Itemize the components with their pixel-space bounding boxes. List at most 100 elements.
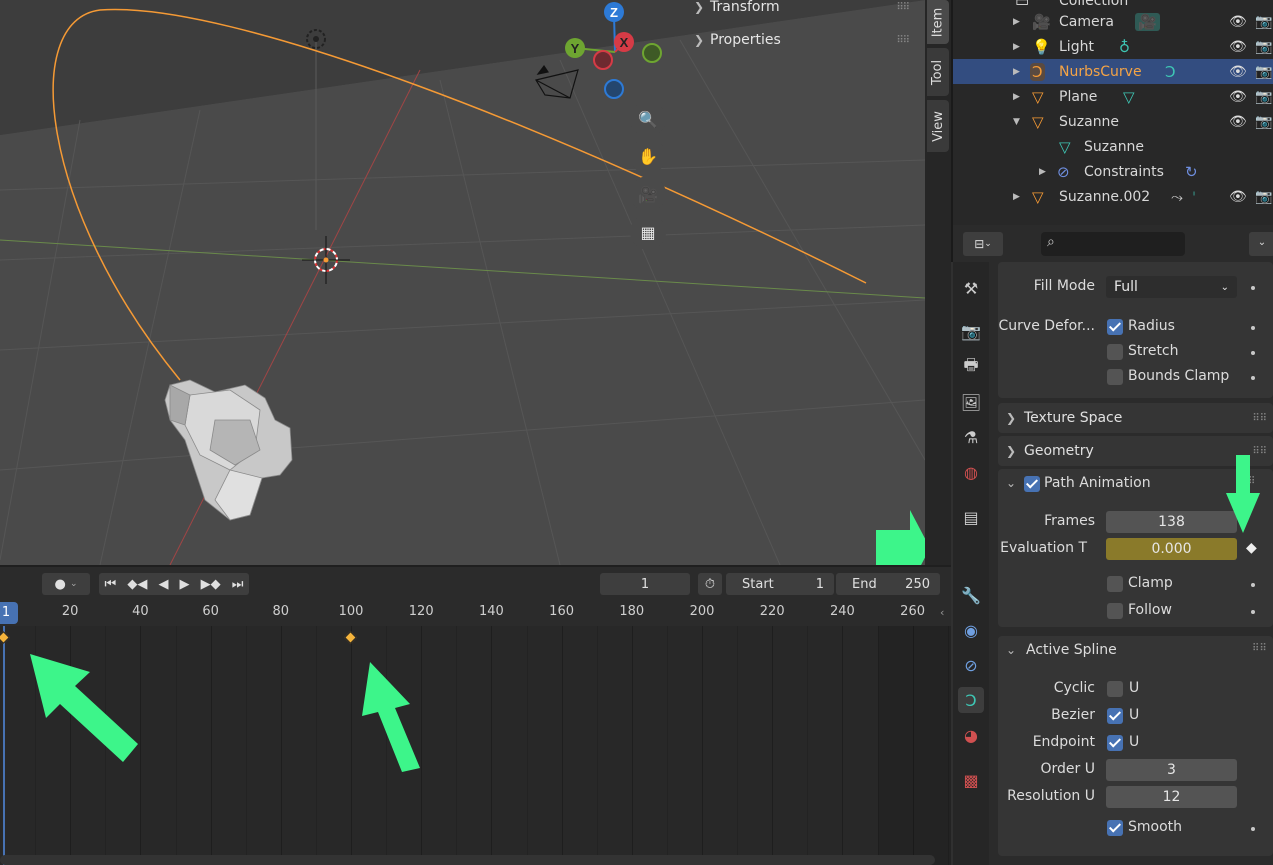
outliner-row-nurbscurve[interactable]: ▶ Ͻ NurbsCurve Ͻ 👁 📷 (953, 59, 1273, 84)
playhead-line[interactable] (3, 626, 5, 865)
tab-item[interactable]: Item (927, 0, 949, 44)
bounds-clamp-checkbox[interactable] (1107, 369, 1123, 385)
cyclic-u-checkbox[interactable] (1107, 681, 1123, 697)
tab-tool[interactable]: Tool (927, 48, 949, 96)
frames-field[interactable]: 138 (1106, 511, 1237, 533)
outliner-row-light[interactable]: ▶ 💡 Light ♁ 👁 📷 (953, 34, 1273, 59)
outliner-row-suzanne[interactable]: ▼ ▽ Suzanne 👁 📷 (953, 109, 1273, 134)
animate-property-dot[interactable] (1251, 326, 1255, 330)
outliner-row-constraints[interactable]: ▶ ⊘ Constraints ↻ (953, 159, 1273, 184)
options-dropdown-button[interactable]: ⌄ (1249, 232, 1273, 256)
expand-arrow-icon[interactable]: ▶ (1013, 17, 1020, 27)
animate-property-dot[interactable] (1251, 610, 1255, 614)
chevron-down-icon[interactable]: ⌄ (1006, 476, 1016, 490)
render-camera-icon[interactable]: 📷 (1255, 14, 1272, 30)
animate-property-dot[interactable] (1251, 583, 1255, 587)
tab-material[interactable]: ◕ (958, 722, 984, 748)
drag-grip-icon[interactable]: ⠿⠿ (896, 2, 910, 13)
camera-view-button[interactable]: 🎥 (630, 176, 666, 212)
tab-physics[interactable]: ◉ (958, 617, 984, 643)
prev-keyframe-icon[interactable]: ◆◀ (127, 577, 147, 592)
expand-arrow-icon[interactable]: ▶ (1013, 42, 1020, 52)
animate-property-dot[interactable] (1251, 351, 1255, 355)
3d-viewport[interactable]: ❯ Transform ⠿⠿ ❯ Properties ⠿⠿ Z Y X 🔍 ✋… (0, 0, 925, 565)
follow-checkbox[interactable] (1107, 603, 1123, 619)
animate-property-dot[interactable] (1251, 286, 1255, 290)
tab-texture[interactable]: ▩ (958, 767, 984, 793)
fill-mode-dropdown[interactable]: Full ⌄ (1106, 276, 1237, 298)
drag-grip-icon[interactable]: ⠿⠿ (1252, 413, 1267, 424)
tab-constraints[interactable]: ⊘ (958, 652, 984, 678)
visibility-eye-icon[interactable]: 👁 (1229, 89, 1247, 105)
render-camera-icon[interactable]: 📷 (1255, 64, 1272, 80)
bezier-u-checkbox[interactable] (1107, 708, 1123, 724)
visibility-eye-icon[interactable]: 👁 (1229, 64, 1247, 80)
expand-arrow-icon[interactable]: ▶ (1039, 167, 1046, 177)
timeline-body[interactable] (0, 626, 951, 865)
zoom-button[interactable]: 🔍 (630, 101, 666, 137)
visibility-eye-icon[interactable]: 👁 (1229, 114, 1247, 130)
jump-start-icon[interactable]: ⏮ (105, 577, 117, 592)
collapse-arrow-icon[interactable]: ▼ (1013, 117, 1020, 127)
tab-world[interactable]: ◍ (958, 459, 984, 485)
next-keyframe-icon[interactable]: ▶◆ (201, 577, 221, 592)
animate-property-dot[interactable] (1251, 827, 1255, 831)
playhead-frame-indicator[interactable]: 1 (0, 602, 18, 624)
tab-tool[interactable]: ⚒ (958, 275, 984, 301)
properties-panel-header[interactable]: ❯ Properties ⠿⠿ (688, 26, 915, 54)
endpoint-u-checkbox[interactable] (1107, 735, 1123, 751)
tab-view-layer[interactable]: 🖼 (958, 389, 984, 415)
tab-render[interactable]: 📷 (958, 318, 984, 344)
start-frame-field[interactable]: Start 1 (726, 573, 834, 595)
pan-button[interactable]: ✋ (630, 138, 666, 174)
stretch-checkbox[interactable] (1107, 344, 1123, 360)
expand-arrow-icon[interactable]: ▶ (1013, 92, 1020, 102)
drag-grip-icon[interactable]: ⠿⠿ (1252, 643, 1267, 654)
chevron-down-icon[interactable]: ⌄ (1006, 643, 1016, 657)
order-u-field[interactable]: 3 (1106, 759, 1237, 781)
tab-curve-data[interactable]: Ͻ (958, 687, 984, 713)
drag-grip-icon[interactable]: ⠿⠿ (896, 35, 910, 46)
tab-view[interactable]: View (927, 100, 949, 152)
smooth-checkbox[interactable] (1107, 820, 1123, 836)
properties-search-input[interactable]: ⌕ (1041, 232, 1185, 256)
tab-scene[interactable]: ⚗ (958, 424, 984, 450)
render-camera-icon[interactable]: 📷 (1255, 39, 1272, 55)
end-frame-field[interactable]: End 250 (836, 573, 940, 595)
visibility-eye-icon[interactable]: 👁 (1229, 39, 1247, 55)
tab-modifiers[interactable]: 🔧 (958, 582, 984, 608)
timeline-scrollbar[interactable] (0, 855, 935, 865)
transform-panel-header[interactable]: ❯ Transform ⠿⠿ (688, 0, 915, 21)
tab-output[interactable]: 🖶 (958, 354, 984, 380)
play-icon[interactable]: ▶ (180, 577, 190, 592)
jump-end-icon[interactable]: ⏭ (232, 577, 244, 592)
preview-range-button[interactable]: ⏱ (698, 573, 722, 595)
animate-property-dot[interactable] (1251, 376, 1255, 380)
outliner-row-suzanne-mesh[interactable]: ▽ Suzanne (953, 134, 1273, 159)
outliner-row-suzanne002[interactable]: ▶ ▽ Suzanne.002 ⤳ ᑊ 👁 📷 (953, 184, 1273, 209)
outliner-row-plane[interactable]: ▶ ▽ Plane ▽ 👁 📷 (953, 84, 1273, 109)
evaluation-time-field[interactable]: 0.000 (1106, 538, 1237, 560)
resolution-u-field[interactable]: 12 (1106, 786, 1237, 808)
editor-type-button[interactable]: ⊟ ⌄ (963, 232, 1003, 256)
outliner-row-camera[interactable]: ▶ 🎥 Camera 🎥 👁 📷 (953, 9, 1273, 34)
keyframe-diamond-icon[interactable]: ◆ (1246, 540, 1257, 556)
path-animation-checkbox[interactable] (1024, 476, 1040, 492)
visibility-eye-icon[interactable]: 👁 (1229, 189, 1247, 205)
play-reverse-icon[interactable]: ◀ (158, 577, 168, 592)
perspective-toggle-button[interactable]: ▦ (630, 214, 666, 250)
auto-keying-button[interactable]: ● ⌄ (42, 573, 90, 595)
keyframe-diamond[interactable] (344, 631, 357, 644)
collapse-sidebar-icon[interactable]: ‹ (940, 606, 944, 619)
texture-space-panel-header[interactable]: ❯ Texture Space ⠿⠿ (998, 403, 1273, 433)
tab-collection[interactable]: ▤ (958, 504, 984, 530)
clamp-checkbox[interactable] (1107, 576, 1123, 592)
radius-checkbox[interactable] (1107, 319, 1123, 335)
keyframe-diamond[interactable] (0, 631, 10, 644)
render-camera-icon[interactable]: 📷 (1255, 89, 1272, 105)
expand-arrow-icon[interactable]: ▶ (1013, 67, 1020, 77)
navigation-gizmo[interactable]: Z Y X (555, 0, 670, 110)
expand-arrow-icon[interactable]: ▶ (1013, 192, 1020, 202)
render-camera-icon[interactable]: 📷 (1255, 114, 1272, 130)
render-camera-icon[interactable]: 📷 (1255, 189, 1272, 205)
